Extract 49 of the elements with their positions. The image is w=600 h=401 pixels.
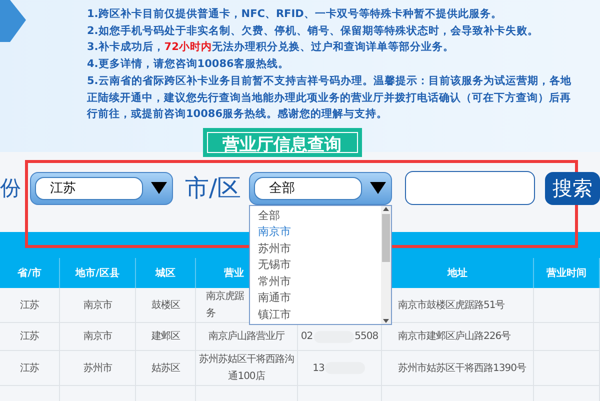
dropdown-option[interactable]: 常州市	[250, 274, 382, 290]
table-cell: 建邺区	[136, 323, 196, 351]
column-header: 地址	[448, 266, 468, 280]
dropdown-option[interactable]: 苏州市	[250, 240, 382, 257]
notice-line: 正陆续开通中，建议您先行查询当地能办理此项业务的营业厅并拨打电话确认（可在下方查询）后再	[87, 90, 572, 106]
province-select[interactable]: 江苏	[30, 172, 173, 204]
table-cell: 江苏	[0, 351, 60, 386]
dropdown-option[interactable]: 镇江市	[250, 306, 382, 323]
notice-line: 1.跨区补卡目前仅提供普通卡，NFC、RFID、一卡双号等特殊卡种暂不提供此服务。	[87, 6, 503, 22]
arrow-shape	[0, 0, 26, 42]
column-header: 营业	[224, 266, 244, 280]
notice-line: 5.云南省的省际跨区补卡业务目前暂不支持吉祥号码办理。温馨提示：目前该服务为试运营期，各地	[87, 74, 572, 89]
column-header: 城区	[156, 266, 176, 280]
table-cell-text: 5508	[354, 330, 378, 344]
table-cell: 苏州市姑苏区干将西路1390号	[382, 351, 534, 386]
notice-line: 4.更多详情，请您咨询10086客服热线。	[87, 56, 290, 72]
column-header: 地市/区县	[76, 266, 120, 280]
search-button[interactable]: 搜索	[545, 172, 600, 204]
table-cell: 南京市	[60, 323, 136, 351]
table-cell: 南京庐山路营业厅	[196, 323, 298, 351]
scroll-down-icon[interactable]	[383, 318, 390, 322]
table-cell-text: 02	[300, 330, 313, 344]
table-cell-text: 13	[312, 362, 324, 376]
dropdown-option[interactable]: 南通市	[250, 290, 382, 306]
city-select[interactable]: 全部	[249, 172, 392, 204]
table-cell: 鼓楼区	[136, 288, 196, 323]
notice-line: 行前往，或提前咨询10086服务热线。感谢您的理解与支持。	[87, 107, 389, 122]
table-cell: 苏州市	[60, 351, 136, 386]
table-cell	[534, 288, 600, 323]
table-cell: 姑苏区	[136, 351, 196, 386]
scroll-up-icon[interactable]	[383, 206, 390, 210]
search-input[interactable]	[405, 171, 536, 205]
dropdown-option[interactable]: 南京市	[250, 224, 382, 240]
province-label: 份	[0, 175, 21, 202]
table-cell: 南京市	[60, 288, 136, 323]
dropdown-option[interactable]: 全部	[250, 208, 382, 224]
column-header: 省/市	[18, 266, 42, 280]
table-cell: 江苏	[0, 323, 60, 351]
notice-line: 3.补卡成功后，72小时内无法办理积分兑换、过户和查询详单等部分业务。	[87, 40, 455, 56]
caret-icon	[370, 182, 386, 194]
caret-icon	[151, 182, 167, 194]
scrollbar[interactable]	[381, 206, 392, 324]
table-cell: 南京市建邺区庐山路226号	[382, 323, 534, 351]
column-header: 营业时间	[546, 266, 586, 280]
city-label: 市/区	[185, 173, 242, 204]
dropdown-option[interactable]: 无锡市	[250, 257, 382, 274]
table-cell: 苏州苏姑区干将西路沟 通100店	[196, 351, 298, 386]
table-cell: 江苏	[0, 288, 60, 323]
notice-line: 2.如您手机号码处于非实名制、欠费、停机、销号、保留期等特殊状态时，会导致补卡失败。	[87, 24, 540, 39]
